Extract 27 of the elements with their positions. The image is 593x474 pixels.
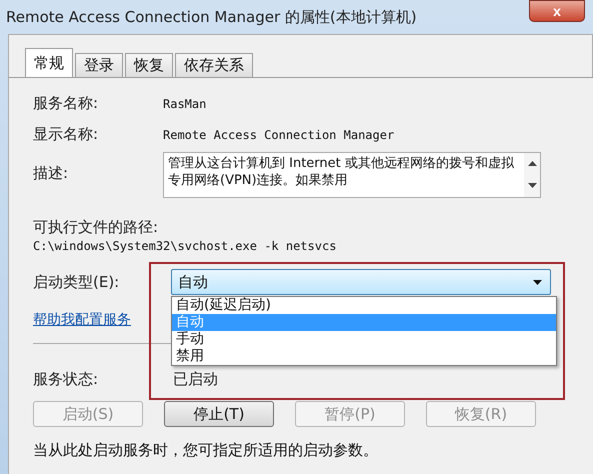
field-value: Remote Access Connection Manager [163, 128, 394, 142]
scrollbar[interactable] [524, 153, 540, 197]
tab[interactable]: 依存关系 [175, 53, 253, 77]
description-box[interactable]: 管理从这台计算机到 Internet 或其他远程网络的拨号和虚拟专用网络(VPN)连接。如果禁用 [163, 152, 541, 198]
dropdown-option[interactable]: 自动(延迟启动) [172, 297, 556, 314]
field-value: RasMan [163, 96, 206, 110]
service-button[interactable]: 停止(T) [164, 401, 274, 427]
tab[interactable]: 恢复 [125, 53, 173, 77]
field-label: 描述: [33, 164, 70, 183]
scroll-up-icon[interactable] [528, 161, 536, 167]
dropdown-option[interactable]: 禁用 [172, 348, 556, 365]
tab[interactable]: 登录 [75, 53, 123, 77]
dropdown-option[interactable]: 手动 [172, 331, 556, 348]
field-label: 服务状态: [33, 370, 100, 389]
field-label: 显示名称: [33, 125, 100, 144]
tab[interactable]: 常规 [25, 48, 73, 77]
field-label: 启动类型(E): [33, 272, 120, 292]
status-value: 已启动 [173, 370, 218, 389]
help-link[interactable]: 帮助我配置服务 [33, 311, 131, 329]
caret-icon [533, 280, 542, 284]
field-label: 服务名称: [33, 94, 100, 113]
window-title: Remote Access Connection Manager 的属性(本地计算机) [6, 8, 417, 26]
path-text: C:\windows\System32\svchost.exe -k netsvcs [33, 239, 338, 253]
startup-type-dropdown[interactable]: 自动 [171, 269, 551, 295]
field-label: 可执行文件的路径: [33, 218, 160, 237]
scroll-down-icon[interactable] [528, 183, 536, 189]
hint-text: 当从此处启动服务时，您可指定所适用的启动参数。 [33, 441, 379, 460]
